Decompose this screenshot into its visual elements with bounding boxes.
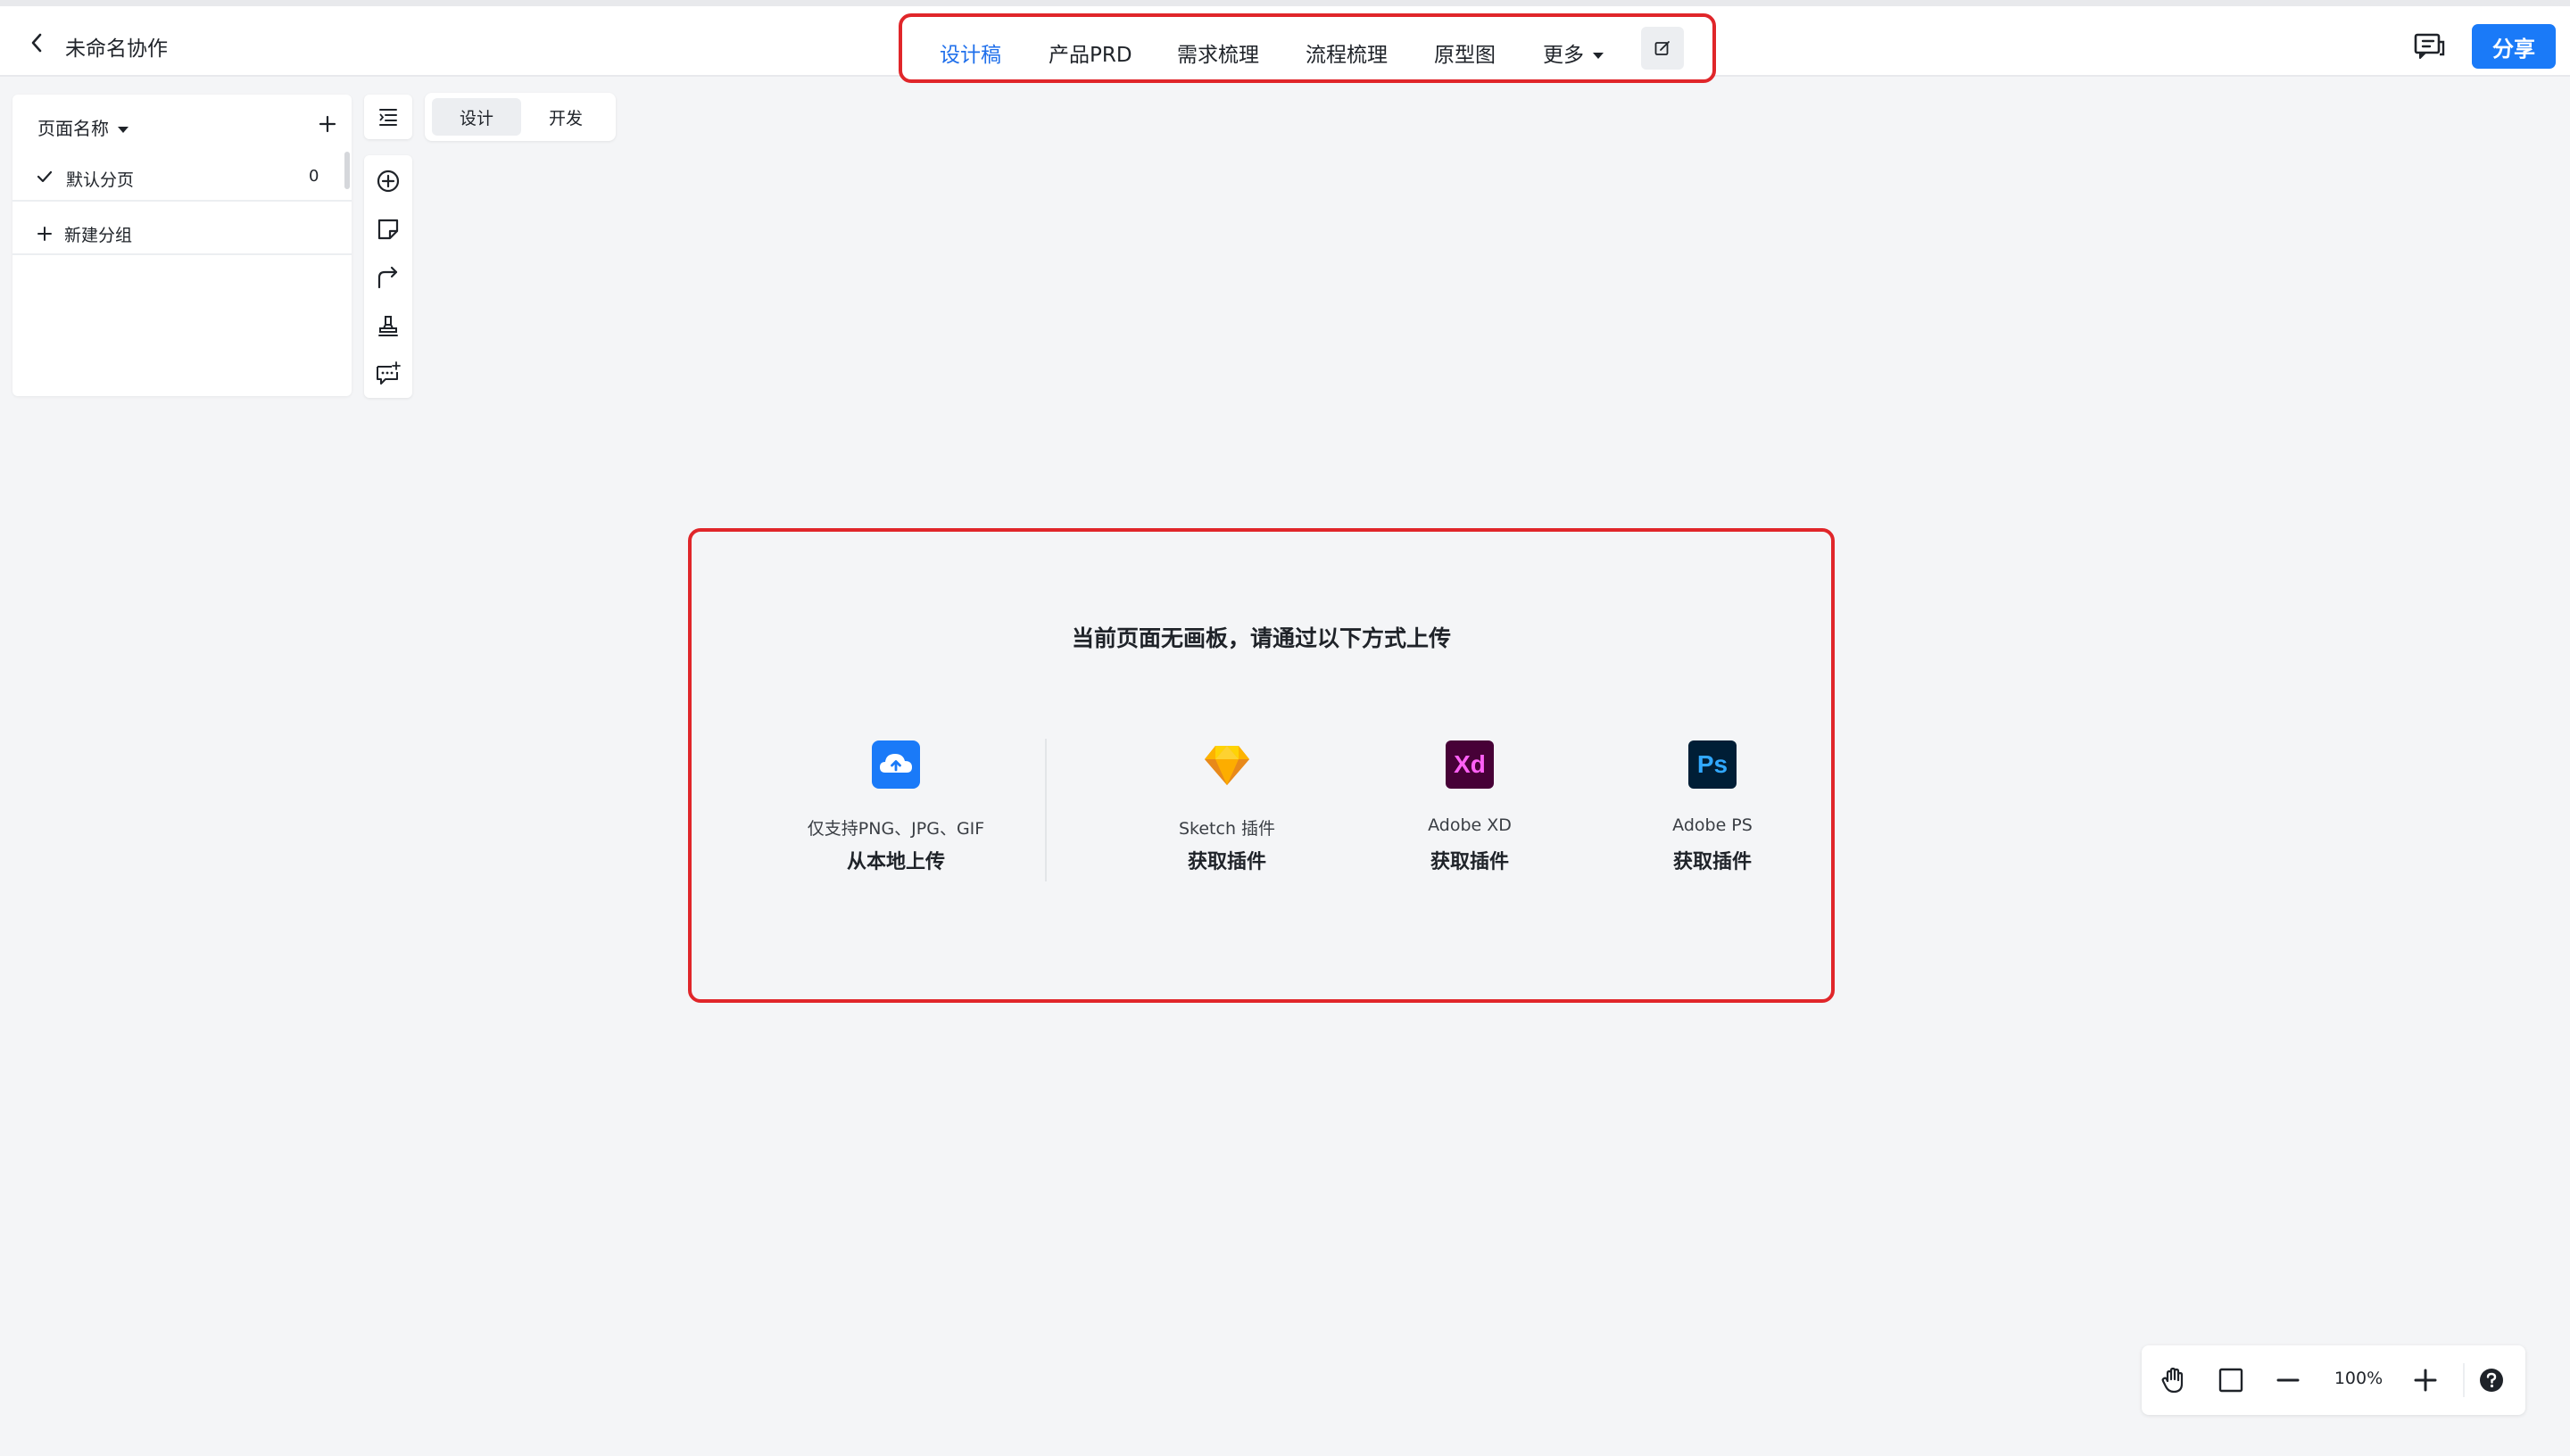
zoom-out-button[interactable] xyxy=(2270,1362,2306,1398)
connector-arrow-icon xyxy=(377,266,398,289)
pages-scrollbar[interactable] xyxy=(344,152,350,189)
new-group-button[interactable]: 新建分组 xyxy=(36,216,132,252)
divider xyxy=(2463,1363,2465,1397)
upload-local-hint: 仅支持PNG、JPG、GIF xyxy=(807,819,985,839)
minus-icon xyxy=(2276,1378,2300,1382)
caret-down-icon xyxy=(1593,53,1604,59)
tab-prototype[interactable]: 原型图 xyxy=(1434,37,1496,68)
sticky-note-button[interactable] xyxy=(364,207,412,252)
nav-tabs-highlight: 设计稿 产品PRD 需求梳理 流程梳理 原型图 更多 xyxy=(899,13,1716,83)
tab-more-label: 更多 xyxy=(1543,44,1584,67)
mode-design-button[interactable]: 设计 xyxy=(432,98,521,136)
ai-comment-icon xyxy=(377,361,401,385)
sketch-plugin-hint: Sketch 插件 xyxy=(1178,819,1276,839)
tab-flow[interactable]: 流程梳理 xyxy=(1306,37,1388,68)
outline-list-icon xyxy=(379,109,397,126)
top-bar: 未命名协作 设计稿 产品PRD 需求梳理 流程梳理 原型图 更多 分享 xyxy=(0,0,2570,83)
page-count: 0 xyxy=(309,167,319,186)
sketch-plugin-label: 获取插件 xyxy=(1187,851,1266,873)
zoom-level[interactable]: 100% xyxy=(2327,1369,2390,1388)
new-group-label: 新建分组 xyxy=(64,225,133,245)
mode-develop-button[interactable]: 开发 xyxy=(521,98,610,136)
mode-toggle: 设计 开发 xyxy=(425,93,616,141)
caret-down-icon xyxy=(118,127,128,133)
sketch-icon xyxy=(1203,740,1251,789)
tab-requirements[interactable]: 需求梳理 xyxy=(1177,37,1259,68)
plus-icon xyxy=(319,115,336,133)
pages-panel: 页面名称 默认分页 0 新建分组 xyxy=(12,95,352,396)
zoom-in-button[interactable] xyxy=(2408,1362,2443,1398)
adobe-ps-plugin-hint: Adobe PS xyxy=(1672,815,1753,835)
add-circle-icon xyxy=(377,170,400,193)
hand-tool-button[interactable] xyxy=(2156,1362,2192,1398)
help-button[interactable] xyxy=(2474,1362,2509,1398)
page-name: 默认分页 xyxy=(66,170,135,190)
hand-icon xyxy=(2161,1367,2184,1394)
cloud-upload-icon xyxy=(872,740,920,789)
tab-product-prd[interactable]: 产品PRD xyxy=(1049,37,1132,68)
help-icon xyxy=(2480,1369,2503,1392)
edit-tabs-button[interactable] xyxy=(1641,27,1684,70)
pages-header-label: 页面名称 xyxy=(37,118,109,139)
tab-more[interactable]: 更多 xyxy=(1543,37,1604,68)
stamp-icon xyxy=(378,316,398,336)
chevron-left-icon xyxy=(31,33,42,53)
stamp-button[interactable] xyxy=(364,303,412,348)
tool-column xyxy=(364,155,412,398)
adobe-xd-icon: Xd xyxy=(1446,740,1494,789)
sticky-note-icon xyxy=(377,219,399,240)
pages-sort-dropdown[interactable]: 页面名称 xyxy=(37,114,128,140)
upload-local-label: 从本地上传 xyxy=(846,851,945,873)
back-button[interactable] xyxy=(23,29,50,56)
check-icon xyxy=(37,170,53,183)
add-page-button[interactable] xyxy=(316,112,339,136)
divider xyxy=(12,253,352,255)
divider xyxy=(12,200,352,202)
svg-text:Ps: Ps xyxy=(1697,750,1728,778)
adobe-xd-plugin-hint: Adobe XD xyxy=(1428,815,1512,835)
share-button[interactable]: 分享 xyxy=(2472,24,2556,69)
upload-options-card: 当前页面无画板，请通过以下方式上传 仅支持PNG、JPG、GIF 从本地上传 S… xyxy=(688,528,1835,1003)
connector-button[interactable] xyxy=(364,255,412,300)
page-item[interactable]: 默认分页 0 xyxy=(12,157,343,196)
document-title[interactable]: 未命名协作 xyxy=(65,31,168,62)
plus-icon xyxy=(37,227,52,241)
outline-toggle-button[interactable] xyxy=(364,95,412,139)
divider xyxy=(1045,739,1047,881)
adobe-ps-plugin-label: 获取插件 xyxy=(1672,851,1752,873)
plus-icon xyxy=(2414,1369,2437,1392)
adobe-ps-icon: Ps xyxy=(1688,740,1737,789)
svg-text:Xd: Xd xyxy=(1454,750,1486,778)
comment-button[interactable] xyxy=(2412,31,2448,62)
edit-icon xyxy=(1654,41,1670,55)
add-element-button[interactable] xyxy=(364,159,412,203)
upload-title: 当前页面无画板，请通过以下方式上传 xyxy=(1071,625,1451,651)
fit-frame-button[interactable] xyxy=(2213,1362,2249,1398)
adobe-xd-plugin-label: 获取插件 xyxy=(1430,851,1509,873)
comment-icon xyxy=(2414,33,2445,59)
ai-comment-button[interactable] xyxy=(364,352,412,396)
tab-design[interactable]: 设计稿 xyxy=(940,37,1001,68)
zoom-toolbar: 100% xyxy=(2142,1345,2525,1415)
frame-icon xyxy=(2218,1368,2243,1393)
